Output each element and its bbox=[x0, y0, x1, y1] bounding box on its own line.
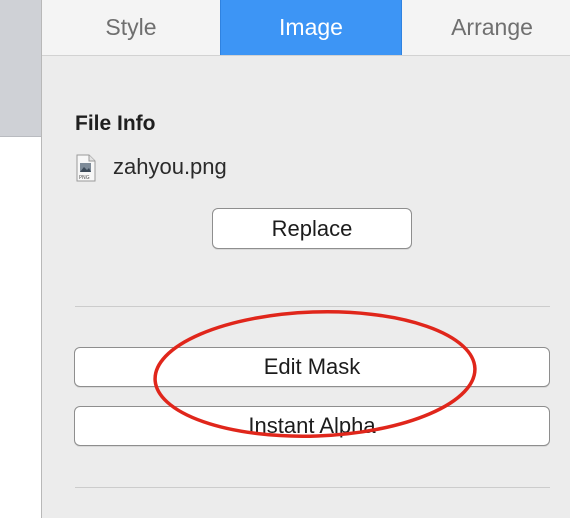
canvas-area bbox=[0, 0, 41, 518]
tab-image[interactable]: Image bbox=[220, 0, 402, 55]
section-divider bbox=[75, 306, 550, 307]
file-name: zahyou.png bbox=[113, 154, 227, 179]
edit-mask-button[interactable]: Edit Mask bbox=[74, 347, 550, 387]
tab-arrange[interactable]: Arrange bbox=[402, 0, 570, 55]
tab-style[interactable]: Style bbox=[42, 0, 220, 55]
svg-text:PNG: PNG bbox=[79, 175, 90, 181]
instant-alpha-button[interactable]: Instant Alpha bbox=[74, 406, 550, 446]
canvas-toolbar-edge bbox=[0, 0, 41, 137]
inspector-tabs: Style Image Arrange bbox=[42, 0, 570, 56]
file-info-heading: File Info bbox=[75, 112, 156, 135]
replace-button[interactable]: Replace bbox=[212, 208, 412, 249]
png-file-icon: PNG bbox=[75, 154, 97, 182]
format-inspector: Style Image Arrange File Info PNG zahyou… bbox=[42, 0, 570, 518]
section-divider bbox=[75, 487, 550, 488]
